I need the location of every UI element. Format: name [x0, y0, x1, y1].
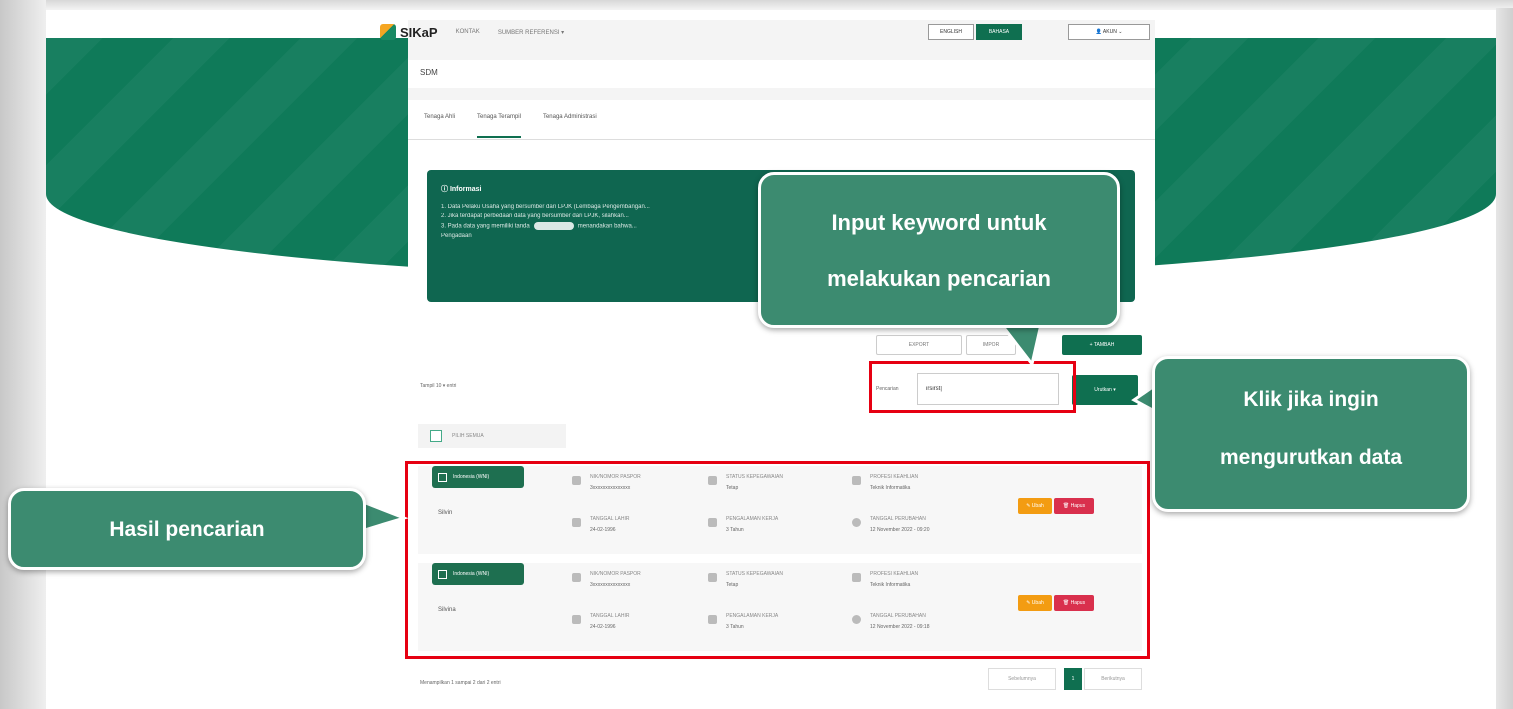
screenshot-stage: SIKaP KONTAK SUMBER REFERENSI ▾ ENGLISH … [0, 0, 1513, 709]
results-callout: Hasil pencarian [8, 488, 366, 570]
pagination-page-1[interactable]: 1 [1064, 668, 1082, 690]
select-all-row[interactable]: PILIH SEMUA [418, 424, 566, 448]
frame-shadow-top [0, 0, 1513, 10]
sort-callout-line-1: Klik jika ingin [1243, 388, 1379, 411]
english-button[interactable]: ENGLISH [928, 24, 974, 40]
search-callout-line-2: melakukan pencarian [827, 266, 1051, 291]
top-navbar: SIKaP KONTAK SUMBER REFERENSI ▾ ENGLISH … [380, 20, 1175, 44]
tab-bar: Tenaga Ahli Tenaga Terampil Tenaga Admin… [408, 100, 1155, 140]
search-callout-line-1: Input keyword untuk [831, 210, 1047, 235]
pagination-summary: Menampilkan 1 sampai 2 dari 2 entri [420, 680, 501, 686]
export-button[interactable]: EXPORT [876, 335, 962, 355]
page-title: SDM [408, 60, 1155, 88]
bahasa-button[interactable]: BAHASA [976, 24, 1022, 40]
sort-callout-line-2: mengurutkan data [1219, 446, 1403, 469]
logo[interactable]: SIKaP [380, 24, 438, 40]
verified-pill-icon [533, 222, 574, 230]
logo-icon [380, 24, 396, 40]
select-all-label: PILIH SEMUA [452, 433, 484, 439]
info-line-3-suffix: menandakan bahwa... [577, 223, 637, 230]
frame-shadow-left [0, 0, 46, 709]
info-title-text: Informasi [449, 186, 482, 193]
tab-tenaga-terampil[interactable]: Tenaga Terampil [477, 114, 521, 138]
tab-tenaga-administrasi[interactable]: Tenaga Administrasi [543, 114, 597, 125]
results-highlight-box [405, 461, 1150, 659]
select-all-checkbox[interactable] [430, 430, 442, 442]
search-callout: Input keyword untuk melakukan pencarian [758, 172, 1120, 328]
add-button[interactable]: + TAMBAH [1062, 335, 1142, 355]
sort-callout: Klik jika ingin mengurutkan data [1152, 356, 1470, 512]
user-menu-button[interactable]: 👤 AKUN ⌄ [1068, 24, 1150, 40]
logo-text: SIKaP [400, 24, 438, 40]
sort-button[interactable]: Urutkan ▾ [1072, 375, 1138, 405]
frame-shadow-right [1496, 8, 1513, 709]
tab-tenaga-ahli[interactable]: Tenaga Ahli [424, 114, 455, 125]
page-size-selector[interactable]: Tampil 10 ▾ entri [420, 383, 456, 389]
info-line-3-text: 3. Pada data yang memiliki tanda [441, 223, 530, 230]
nav-link-kontak[interactable]: KONTAK [456, 29, 480, 35]
nav-link-sumber-referensi[interactable]: SUMBER REFERENSI ▾ [498, 29, 564, 36]
pagination-next-button[interactable]: Berikutnya [1084, 668, 1142, 690]
pagination-prev-button[interactable]: Sebelumnya [988, 668, 1056, 690]
